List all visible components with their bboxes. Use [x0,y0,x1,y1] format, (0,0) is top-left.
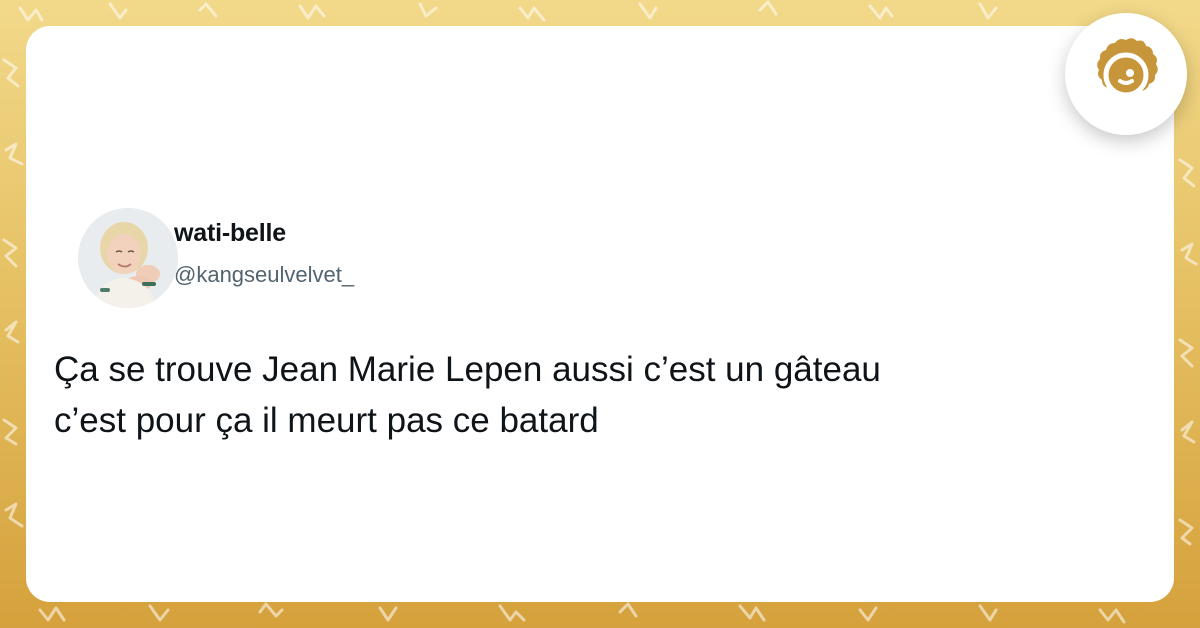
avatar[interactable] [78,208,178,308]
user-handle[interactable]: @kangseulvelvet_ [174,262,354,288]
brand-badge [1065,13,1187,135]
tweet-card: wati-belle @kangseulvelvet_ Ça se trouve… [26,26,1174,602]
cookie-logo-icon [1097,38,1158,98]
profile-photo [78,208,178,308]
display-name[interactable]: wati-belle [174,219,286,248]
tweet-text: Ça se trouve Jean Marie Lepen aussi c’es… [54,350,881,440]
